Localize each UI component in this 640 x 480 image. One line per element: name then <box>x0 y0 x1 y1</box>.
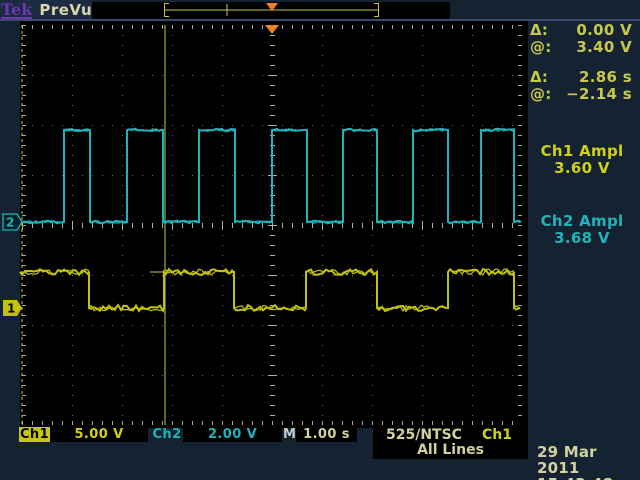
trigger-source: Ch1 <box>482 428 512 443</box>
oscilloscope-screen: Tek PreVu 2 1 Δ: 0.00 V @: 3.40 V Δ: 2.86… <box>0 0 640 480</box>
header: Tek PreVu <box>0 0 92 20</box>
ch1-marker-label: 1 <box>7 302 15 316</box>
timebase-readout: 1.00 s <box>296 427 357 442</box>
ch1-scale-readout: 5.00 V <box>50 427 148 442</box>
ch1-ampl-label: Ch1 Ampl <box>526 143 638 160</box>
cursor-readout-panel: Δ: 0.00 V @: 3.40 V Δ: 2.86 s @: −2.14 s <box>530 22 632 103</box>
time-label: 15:43:48 <box>537 476 637 480</box>
ch1-channel-badge: Ch1 <box>19 427 50 442</box>
cursor-delta-v-label: Δ: <box>530 22 548 39</box>
cursor-at-t-value: −2.14 s <box>566 86 632 103</box>
timebase-badge: M <box>283 427 296 442</box>
cursor-at-v-row: @: 3.40 V <box>530 39 632 56</box>
cursor-delta-t-label: Δ: <box>530 69 548 86</box>
tek-logo: Tek <box>1 2 32 19</box>
cursor-delta-v-value: 0.00 V <box>576 22 632 39</box>
cursor-delta-t-value: 2.86 s <box>579 69 632 86</box>
date-label: 29 Mar 2011 <box>537 444 637 476</box>
ch2-ampl-label: Ch2 Ampl <box>526 213 638 230</box>
ch2-channel-badge: Ch2 <box>151 427 183 442</box>
trigger-info-box: 525/NTSC Ch1 All Lines <box>373 427 528 459</box>
ch2-amplitude-measurement: Ch2 Ampl 3.68 V <box>526 213 638 247</box>
trigger-standard-row: 525/NTSC Ch1 <box>373 427 528 443</box>
cursor-at-v-value: 3.40 V <box>576 39 632 56</box>
graticule-center-horizontal-major-ticks <box>22 221 522 230</box>
cursor-delta-v-row: Δ: 0.00 V <box>530 22 632 39</box>
cursor-at-v-label: @: <box>530 39 552 56</box>
cursor-at-t-row: @: −2.14 s <box>530 86 632 103</box>
cursor-delta-t-row: Δ: 2.86 s <box>530 69 632 86</box>
cursor-at-t-label: @: <box>530 86 552 103</box>
ch2-ampl-value: 3.68 V <box>526 230 638 247</box>
ch2-marker-label: 2 <box>6 216 14 230</box>
trigger-standard: 525/NTSC <box>386 428 462 443</box>
ch2-scale-readout: 2.00 V <box>183 427 282 442</box>
ch1-amplitude-measurement: Ch1 Ampl 3.60 V <box>526 143 638 177</box>
record-view-strip <box>92 2 450 19</box>
acquisition-mode-label: PreVu <box>39 1 92 19</box>
datetime-readout: 29 Mar 2011 15:43:48 <box>537 444 637 480</box>
trigger-mode: All Lines <box>373 443 528 458</box>
ch1-ampl-value: 3.60 V <box>526 160 638 177</box>
